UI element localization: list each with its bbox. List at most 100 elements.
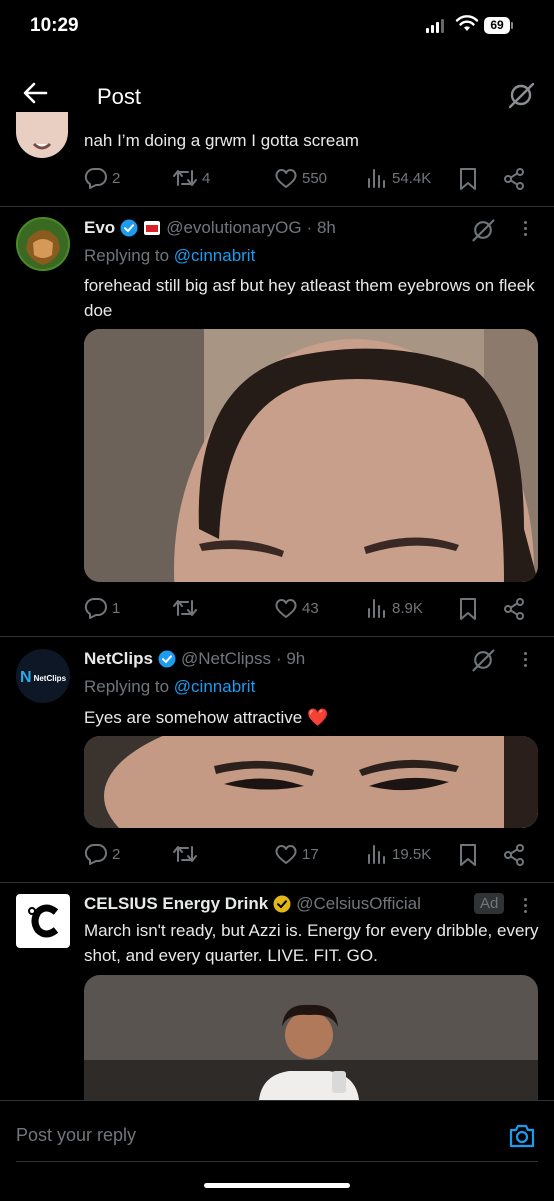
divider	[0, 636, 554, 637]
avatar-label: NetClips	[33, 673, 67, 683]
status-bar: 10:29 69	[0, 0, 554, 52]
repost-button[interactable]: 4	[172, 167, 210, 189]
post-header: Evo @evolutionaryOG · 8h	[84, 218, 336, 238]
divider	[0, 882, 554, 883]
replying-to: Replying to @cinnabrit	[84, 677, 255, 697]
post-header: NetClips @NetClipss · 9h	[84, 649, 305, 669]
reply-input[interactable]: Post your reply	[16, 1125, 136, 1146]
divider	[0, 206, 554, 207]
verified-badge-icon	[158, 650, 176, 668]
battery-level: 69	[484, 17, 510, 34]
top-bar: Post	[0, 52, 554, 132]
author-name[interactable]: CELSIUS Energy Drink	[84, 894, 268, 914]
gold-verified-badge-icon	[273, 895, 291, 913]
replying-label: Replying to	[84, 677, 170, 696]
post-time: · 9h	[275, 649, 306, 668]
affiliate-badge-icon	[144, 221, 161, 235]
analytics-icon	[368, 599, 385, 618]
more-options-icon[interactable]	[524, 649, 528, 670]
reply-icon	[84, 843, 107, 865]
post-header: CELSIUS Energy Drink @CelsiusOfficial	[84, 894, 421, 914]
author-handle[interactable]: @evolutionaryOG	[166, 218, 301, 238]
bookmark-icon[interactable]	[458, 597, 478, 621]
post-text: Eyes are somehow attractive ❤️	[84, 708, 329, 727]
more-options-icon[interactable]	[524, 895, 528, 916]
post-time: · 8h	[306, 218, 336, 237]
reply-count: 2	[112, 845, 121, 863]
bookmark-icon[interactable]	[458, 167, 478, 191]
reply-composer: Post your reply	[0, 1100, 554, 1201]
author-handle[interactable]: @CelsiusOfficial	[296, 894, 421, 914]
repost-icon	[173, 600, 197, 616]
like-button[interactable]: 17	[274, 843, 319, 865]
grok-icon[interactable]	[470, 647, 496, 673]
reply-button[interactable]: 1	[84, 597, 120, 619]
page-title: Post	[97, 84, 142, 109]
repost-button[interactable]	[172, 597, 202, 619]
view-count: 54.4K	[392, 169, 432, 187]
ad-badge: Ad	[474, 893, 505, 914]
replying-to-handle[interactable]: @cinnabrit	[174, 677, 256, 696]
repost-button[interactable]	[172, 843, 202, 865]
cellular-signal-icon	[426, 19, 444, 33]
like-button[interactable]: 550	[274, 167, 327, 189]
reply-count: 2	[112, 169, 121, 187]
reply-icon	[84, 167, 107, 189]
wifi-icon	[455, 15, 479, 31]
grok-icon[interactable]	[470, 217, 496, 243]
post-text: forehead still big asf but hey atleast t…	[84, 276, 535, 320]
reply-count: 1	[112, 599, 121, 617]
reply-button[interactable]: 2	[84, 167, 120, 189]
replying-to: Replying to @cinnabrit	[84, 246, 255, 266]
like-count: 550	[302, 169, 328, 187]
share-icon[interactable]	[502, 597, 526, 621]
repost-icon	[173, 846, 197, 862]
post-image[interactable]	[84, 736, 538, 828]
battery-icon: 69	[484, 17, 514, 35]
post-video[interactable]	[84, 975, 538, 1100]
views-button[interactable]: 54.4K	[366, 167, 431, 189]
post-actions: 2 4 550 54.4K	[84, 167, 534, 191]
reply-button[interactable]: 2	[84, 843, 120, 865]
netclips-logo-icon: N	[20, 669, 32, 686]
view-count: 8.9K	[392, 599, 423, 617]
reply-icon	[84, 597, 107, 619]
replying-to-handle[interactable]: @cinnabrit	[174, 246, 256, 265]
views-button[interactable]: 19.5K	[366, 843, 431, 865]
post-actions: 1 43 8.9K	[84, 597, 534, 621]
more-options-icon[interactable]	[524, 218, 528, 239]
analytics-icon	[368, 169, 385, 188]
replying-label: Replying to	[84, 246, 170, 265]
post-text: March isn't ready, but Azzi is. Energy f…	[84, 921, 539, 965]
author-name[interactable]: NetClips	[84, 649, 153, 669]
view-count: 19.5K	[392, 845, 432, 863]
repost-count: 4	[202, 169, 211, 187]
avatar[interactable]	[16, 894, 70, 948]
analytics-icon	[368, 845, 385, 864]
post-image[interactable]	[84, 329, 538, 582]
avatar[interactable]: N NetClips	[16, 649, 70, 703]
share-icon[interactable]	[502, 843, 526, 867]
back-arrow-icon[interactable]	[22, 80, 48, 106]
home-indicator	[204, 1183, 350, 1188]
camera-icon[interactable]	[508, 1123, 536, 1149]
like-button[interactable]: 43	[274, 597, 319, 619]
heart-icon	[275, 845, 297, 864]
repost-icon	[173, 170, 197, 186]
bookmark-icon[interactable]	[458, 843, 478, 867]
like-count: 17	[302, 845, 319, 863]
share-icon[interactable]	[502, 167, 526, 191]
composer-divider	[16, 1161, 538, 1162]
heart-icon	[275, 169, 297, 188]
avatar[interactable]	[16, 217, 70, 271]
post-text: nah I’m doing a grwm I gotta scream	[84, 131, 359, 150]
avatar[interactable]	[16, 112, 68, 158]
views-button[interactable]: 8.9K	[366, 597, 423, 619]
post-actions: 2 17 19.5K	[84, 843, 534, 867]
author-handle[interactable]: @NetClipss	[181, 649, 271, 669]
verified-badge-icon	[120, 219, 138, 237]
author-name[interactable]: Evo	[84, 218, 115, 238]
grok-icon[interactable]	[506, 80, 536, 110]
status-time: 10:29	[30, 15, 79, 36]
like-count: 43	[302, 599, 319, 617]
